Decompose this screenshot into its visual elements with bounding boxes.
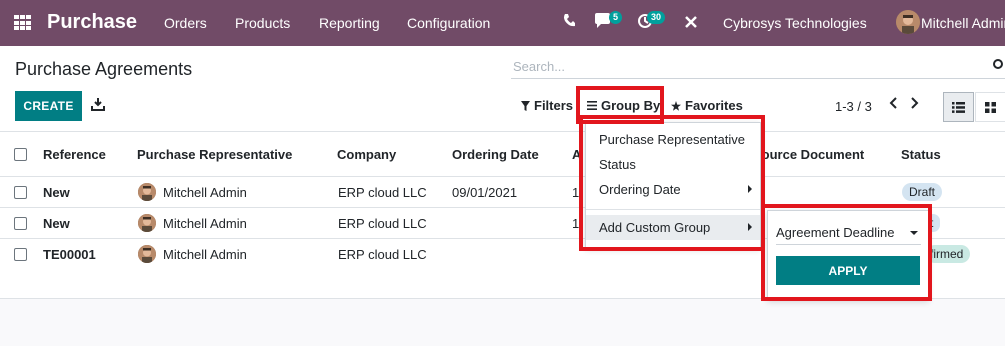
groupby-status[interactable]: Status: [586, 152, 760, 177]
filters-label: Filters: [534, 98, 574, 113]
groupby-ordering-date-label: Ordering Date: [599, 182, 681, 197]
add-custom-group-label: Add Custom Group: [599, 220, 711, 235]
search-input[interactable]: [511, 54, 1005, 79]
favorites-label: Favorites: [685, 98, 743, 113]
avatar: [138, 245, 156, 263]
column-purchase-representative[interactable]: Purchase Representative: [137, 147, 292, 162]
search-icon[interactable]: [993, 59, 1003, 69]
status-badge: Draft: [902, 183, 943, 201]
debug-tools-icon[interactable]: [684, 15, 698, 33]
group-by-label: Group By: [601, 98, 661, 113]
row-representative: Mitchell Admin: [163, 216, 247, 231]
star-icon: [671, 100, 681, 111]
avatar: [138, 214, 156, 232]
download-icon[interactable]: [91, 97, 105, 111]
column-agreement-deadline[interactable]: A: [572, 147, 581, 162]
column-source-document[interactable]: Source Document: [753, 147, 864, 162]
user-avatar[interactable]: [896, 10, 920, 34]
row-company: ERP cloud LLC: [338, 216, 427, 231]
custom-group-field-select[interactable]: Agreement Deadline: [776, 221, 921, 245]
row-representative: Mitchell Admin: [163, 247, 247, 262]
pager-value[interactable]: 1-3 / 3: [835, 99, 872, 114]
row-reference: New: [43, 185, 70, 200]
row-agreement-deadline: 1: [572, 185, 580, 200]
apps-menu-icon[interactable]: [14, 15, 31, 31]
column-ordering-date[interactable]: Ordering Date: [452, 147, 539, 162]
add-custom-group[interactable]: Add Custom Group: [586, 215, 760, 240]
column-company[interactable]: Company: [337, 147, 396, 162]
create-button[interactable]: CREATE: [15, 91, 82, 121]
row-representative: Mitchell Admin: [163, 185, 247, 200]
phone-icon[interactable]: [563, 13, 576, 32]
messages-count-badge: 5: [609, 11, 623, 24]
user-menu[interactable]: Mitchell Admin: [921, 15, 1005, 31]
column-reference[interactable]: Reference: [43, 147, 106, 162]
caret-right-icon: [748, 185, 752, 193]
menu-reporting[interactable]: Reporting: [319, 15, 380, 31]
kanban-view-button[interactable]: [975, 92, 1005, 122]
caret-right-icon: [748, 223, 752, 231]
group-by-icon: [587, 101, 597, 110]
apply-button[interactable]: APPLY: [776, 256, 920, 285]
menu-products[interactable]: Products: [235, 15, 290, 31]
status-badge: firmed: [926, 245, 971, 263]
column-status[interactable]: Status: [901, 147, 941, 162]
dropdown-divider: [586, 209, 760, 210]
menu-orders[interactable]: Orders: [164, 15, 207, 31]
chevron-down-icon: [910, 231, 918, 235]
kanban-view-icon: [985, 101, 996, 113]
group-by-dropdown: Purchase Representative Status Ordering …: [585, 122, 761, 248]
custom-group-panel: Agreement Deadline APPLY: [767, 210, 929, 300]
custom-group-field-value: Agreement Deadline: [776, 225, 895, 240]
row-reference: TE00001: [43, 247, 96, 262]
pager-next-icon[interactable]: [910, 96, 920, 114]
control-panel: Purchase Agreements CREATE Filters Group…: [0, 46, 1005, 132]
row-company: ERP cloud LLC: [338, 247, 427, 262]
table-header: Reference Purchase Representative Compan…: [0, 132, 1005, 177]
row-checkbox[interactable]: [14, 186, 27, 199]
avatar: [138, 183, 156, 201]
groupby-ordering-date[interactable]: Ordering Date: [586, 177, 760, 202]
row-checkbox[interactable]: [14, 248, 27, 261]
row-reference: New: [43, 216, 70, 231]
filters-button[interactable]: Filters: [521, 98, 573, 113]
group-by-button[interactable]: Group By: [587, 98, 660, 113]
groupby-purchase-representative[interactable]: Purchase Representative: [586, 127, 760, 152]
pager-previous-icon[interactable]: [888, 96, 898, 114]
app-title[interactable]: Purchase: [47, 11, 137, 34]
activities-count-badge: 30: [647, 11, 666, 24]
row-company: ERP cloud LLC: [338, 185, 427, 200]
row-agreement-deadline: 1: [572, 216, 580, 231]
company-switcher[interactable]: Cybrosys Technologies: [723, 15, 867, 31]
menu-configuration[interactable]: Configuration: [407, 15, 490, 31]
page-title: Purchase Agreements: [15, 59, 193, 79]
top-navbar: Purchase Orders Products Reporting Confi…: [0, 0, 1005, 46]
list-view-button[interactable]: [943, 92, 974, 122]
filter-icon: [521, 100, 530, 111]
row-ordering-date: 09/01/2021: [452, 185, 518, 200]
list-view-icon: [952, 101, 965, 113]
favorites-button[interactable]: Favorites: [671, 98, 743, 113]
row-checkbox[interactable]: [14, 217, 27, 230]
select-all-checkbox[interactable]: [14, 148, 27, 161]
table-row[interactable]: New Mitchell Admin ERP cloud LLC 09/01/2…: [0, 177, 1005, 208]
